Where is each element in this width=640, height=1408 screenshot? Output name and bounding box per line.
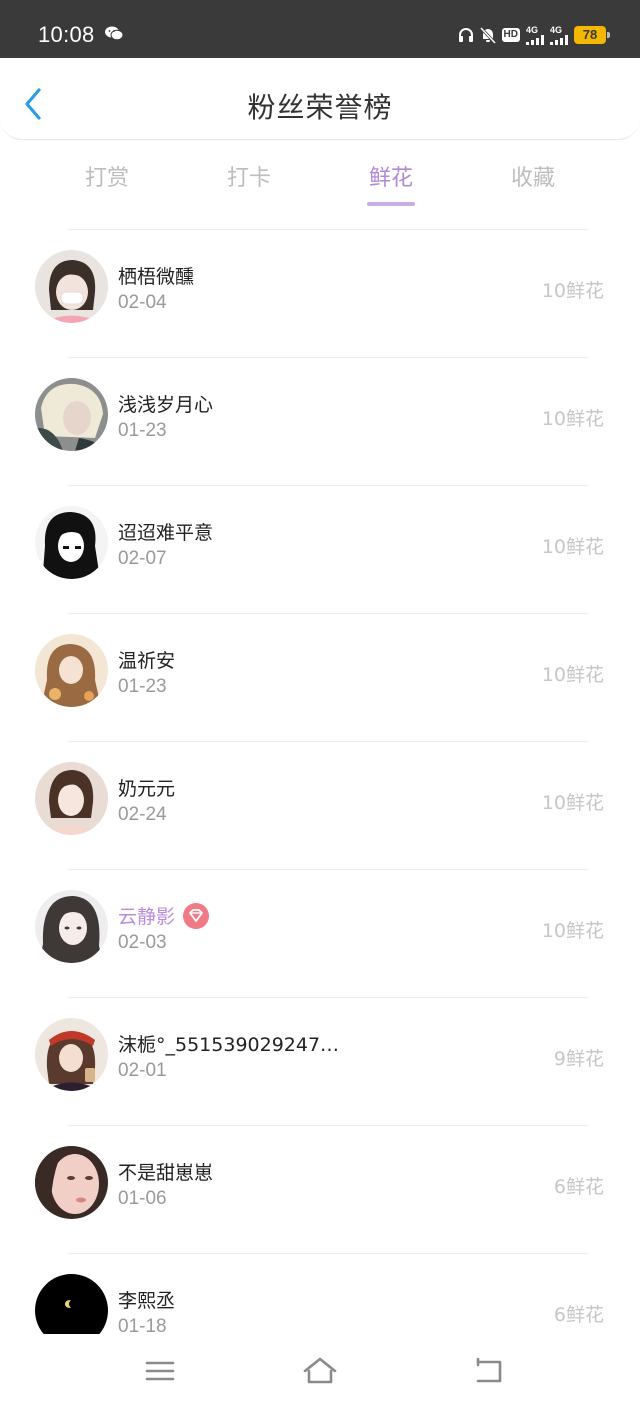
flower-count: 10鲜花 bbox=[541, 280, 604, 302]
back-icon bbox=[476, 1357, 502, 1383]
status-icons: HD 4G 4G 78 bbox=[458, 24, 610, 46]
fan-name: 迢迢难平意 bbox=[118, 522, 214, 544]
mute-bell-icon bbox=[479, 26, 496, 44]
fan-name: 李熙丞 bbox=[118, 1290, 176, 1312]
hd-icon: HD bbox=[501, 28, 520, 42]
fan-date: 01-06 bbox=[118, 1188, 167, 1209]
home-button[interactable] bbox=[300, 1354, 340, 1388]
active-tab-indicator bbox=[367, 202, 415, 206]
home-icon bbox=[303, 1357, 337, 1384]
fan-date: 02-01 bbox=[118, 1060, 167, 1081]
avatar bbox=[35, 634, 108, 707]
menu-button[interactable] bbox=[140, 1354, 180, 1388]
fan-date: 02-07 bbox=[118, 548, 167, 569]
signal-icon: 4G bbox=[550, 24, 568, 45]
fan-date: 02-24 bbox=[118, 804, 167, 825]
page-title: 粉丝荣誉榜 bbox=[247, 91, 393, 124]
fan-date: 02-03 bbox=[118, 932, 167, 953]
avatar bbox=[35, 1146, 108, 1219]
avatar bbox=[35, 890, 108, 963]
avatar bbox=[35, 378, 108, 451]
headphones-icon bbox=[458, 28, 473, 42]
back-nav-button[interactable] bbox=[468, 1354, 508, 1388]
wechat-icon bbox=[105, 26, 124, 41]
list-item[interactable]: 温祈安 01-23 10鲜花 bbox=[0, 614, 640, 742]
flower-count: 10鲜花 bbox=[541, 920, 604, 942]
fan-date: 01-23 bbox=[118, 420, 167, 441]
avatar bbox=[35, 250, 108, 323]
battery-icon: 78 bbox=[574, 26, 610, 44]
list-item[interactable]: 迢迢难平意 02-07 10鲜花 bbox=[0, 486, 640, 614]
flower-count: 9鲜花 bbox=[553, 1048, 604, 1070]
fan-name: 不是甜崽崽 bbox=[118, 1162, 214, 1184]
flower-count: 10鲜花 bbox=[541, 792, 604, 814]
vip-diamond-icon bbox=[183, 902, 210, 929]
list-item[interactable]: 栖梧微醺 02-04 10鲜花 bbox=[0, 230, 640, 358]
fan-date: 02-04 bbox=[118, 292, 167, 313]
list-item[interactable]: 浅浅岁月心 01-23 10鲜花 bbox=[0, 358, 640, 486]
fan-date: 01-23 bbox=[118, 676, 167, 697]
flower-count: 10鲜花 bbox=[541, 536, 604, 558]
signal-icon: 4G bbox=[526, 24, 544, 45]
fan-name: 浅浅岁月心 bbox=[118, 394, 214, 416]
list-item[interactable]: 云静影 02-03 10鲜花 bbox=[0, 870, 640, 998]
list-item[interactable]: 沫栀°_551539029247… 02-01 9鲜花 bbox=[0, 998, 640, 1126]
fan-name-text: 云静影 bbox=[118, 906, 176, 928]
list-item[interactable]: 奶元元 02-24 10鲜花 bbox=[0, 742, 640, 870]
avatar bbox=[35, 762, 108, 835]
status-time: 10:08 bbox=[38, 22, 95, 47]
network-type-label: 4G bbox=[526, 24, 539, 35]
fan-name: 温祈安 bbox=[118, 650, 176, 672]
tab-flowers[interactable]: 鲜花 bbox=[331, 160, 451, 192]
system-nav-bar bbox=[0, 1334, 640, 1408]
network-type-label: 4G bbox=[550, 24, 563, 35]
flower-count: 10鲜花 bbox=[541, 408, 604, 430]
tab-favorites[interactable]: 收藏 bbox=[473, 160, 593, 192]
fan-name: 栖梧微醺 bbox=[118, 266, 195, 288]
tab-tips[interactable]: 打赏 bbox=[47, 160, 167, 192]
tab-bar: 打赏 打卡 鲜花 收藏 bbox=[0, 150, 640, 210]
header: 粉丝荣誉榜 bbox=[0, 58, 640, 140]
flower-count: 10鲜花 bbox=[541, 664, 604, 686]
flower-count: 6鲜花 bbox=[553, 1176, 604, 1198]
fan-name: 沫栀°_551539029247… bbox=[118, 1034, 340, 1056]
avatar bbox=[35, 1018, 108, 1091]
fan-name: 奶元元 bbox=[118, 778, 176, 800]
flower-count: 6鲜花 bbox=[553, 1304, 604, 1326]
tab-checkin[interactable]: 打卡 bbox=[189, 160, 309, 192]
list-item[interactable]: 不是甜崽崽 01-06 6鲜花 bbox=[0, 1126, 640, 1254]
avatar bbox=[35, 506, 108, 579]
menu-icon bbox=[145, 1361, 175, 1381]
fan-name: 云静影 bbox=[118, 902, 210, 931]
status-bar: 10:08 HD 4G 4G 78 bbox=[0, 0, 640, 58]
